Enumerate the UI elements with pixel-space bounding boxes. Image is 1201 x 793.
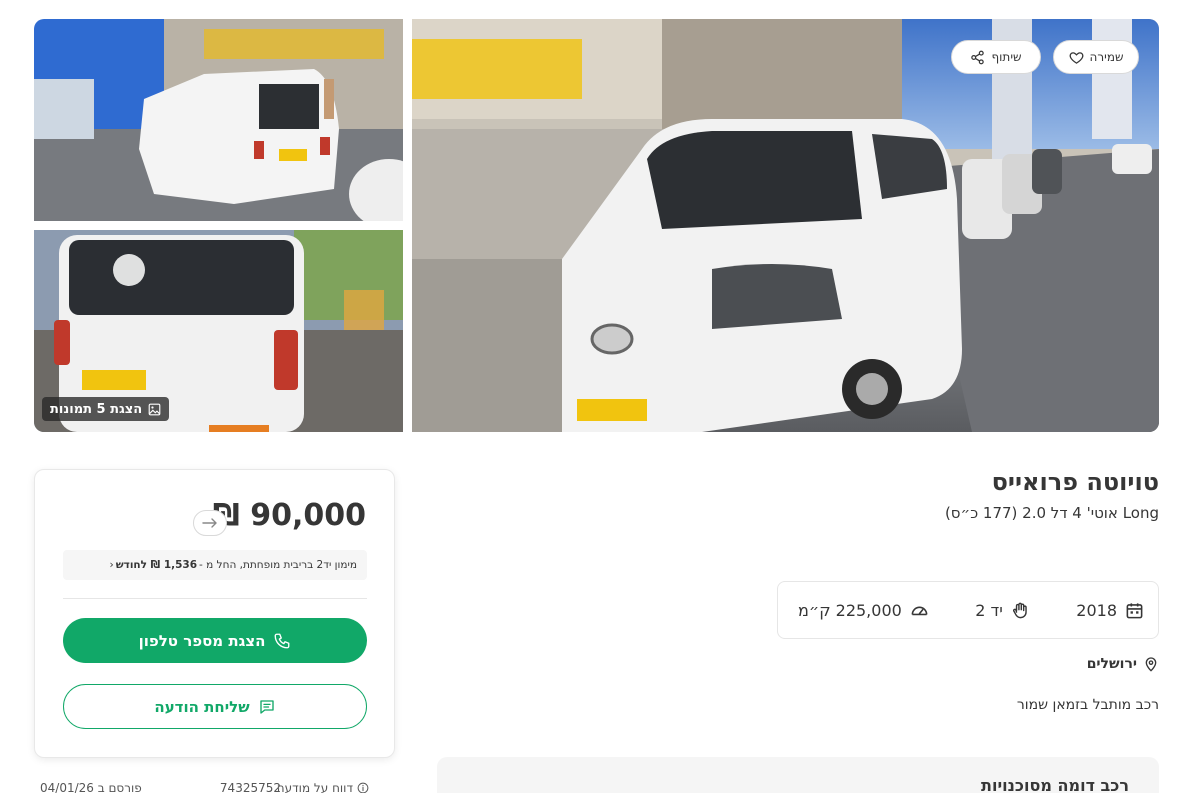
share-icon <box>971 50 985 64</box>
ad-number: 74325752 <box>219 781 281 793</box>
share-label: שיתוף <box>991 50 1022 64</box>
arrow-right-icon <box>202 518 217 528</box>
heart-icon <box>1069 51 1083 64</box>
hand-icon <box>1012 602 1027 618</box>
send-message-button[interactable]: שליחת הודעה <box>63 684 367 729</box>
finance-text: מימון יד2 בריבית מופחתת, החל מ - <box>199 559 357 571</box>
divider <box>63 598 367 599</box>
specs-box: 2018 יד 2 225,000 ק״מ <box>777 581 1159 639</box>
thumbnail-photo-1[interactable] <box>34 19 403 221</box>
report-ad-label: דווח על מודעה <box>276 781 353 793</box>
speedometer-icon <box>911 606 928 615</box>
price: 90,000 ₪ <box>212 498 366 533</box>
save-button[interactable]: שמירה <box>1053 40 1139 74</box>
price-history-button[interactable] <box>193 510 227 536</box>
similar-cars-card: רכב דומה מסוכנויות <box>437 757 1159 793</box>
listing-description: רכב מותבל בזמאן שמור <box>1016 697 1159 713</box>
save-label: שמירה <box>1089 50 1124 64</box>
send-message-label: שליחת הודעה <box>154 697 250 716</box>
thumbnail-1-image <box>34 19 403 221</box>
location-label: ירושלים <box>1086 656 1137 672</box>
location: ירושלים <box>1087 655 1159 673</box>
listing-page: שמירה שיתוף הצגת 5 תמונות טויוטה פרואייס… <box>0 0 1201 793</box>
finance-banner[interactable]: מימון יד2 בריבית מופחתת, החל מ - 1,536 ₪… <box>63 550 367 580</box>
share-button[interactable]: שיתוף <box>951 40 1041 74</box>
plate-shape <box>279 149 307 161</box>
published-date: פורסם ב 04/01/26 <box>40 781 142 793</box>
info-icon <box>357 782 369 793</box>
spec-hand: יד 2 <box>975 601 1030 620</box>
listing-title: טויוטה פרואייס <box>991 468 1159 496</box>
show-phone-label: הצגת מספר טלפון <box>138 631 266 650</box>
chevron-left-icon: ‹ <box>109 559 114 571</box>
price-card: 90,000 ₪ מימון יד2 בריבית מופחתת, החל מ … <box>34 469 395 758</box>
listing-subtitle: Long אוטי' 4 דל 2.0 (177 כ״ס) <box>944 504 1159 522</box>
show-phone-button[interactable]: הצגת מספר טלפון <box>63 618 367 663</box>
spec-year: 2018 <box>1076 601 1144 620</box>
spec-mileage-value: 225,000 ק״מ <box>798 600 902 620</box>
message-icon <box>259 699 274 714</box>
main-photo[interactable] <box>412 19 1159 432</box>
image-icon <box>148 403 161 415</box>
similar-cars-title: רכב דומה מסוכנויות <box>981 776 1129 793</box>
main-photo-image <box>412 19 1159 432</box>
report-ad-link[interactable]: דווח על מודעה <box>277 781 369 793</box>
location-pin-icon <box>1145 657 1157 672</box>
show-photos-button[interactable]: הצגת 5 תמונות <box>42 397 170 421</box>
spec-mileage: 225,000 ק״מ <box>798 601 929 620</box>
phone-icon <box>275 633 290 648</box>
spec-year-value: 2018 <box>1076 600 1117 620</box>
calendar-icon <box>1126 602 1143 618</box>
finance-amount: 1,536 ₪ לחודש <box>115 559 198 571</box>
spec-hand-value: יד 2 <box>975 600 1003 620</box>
show-photos-label: הצגת 5 תמונות <box>50 401 143 417</box>
